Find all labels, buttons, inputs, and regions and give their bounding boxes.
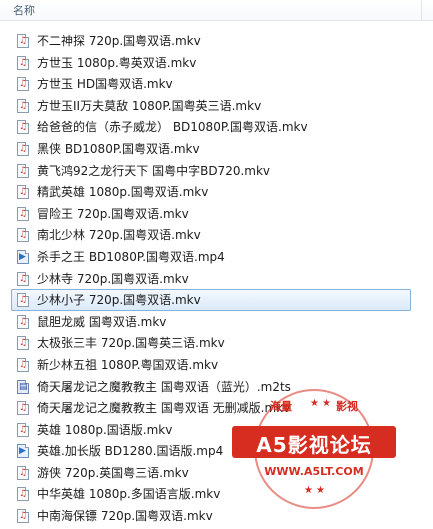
file-row[interactable]: ♫ 少林小子 720p.国粤双语.mkv	[11, 289, 411, 311]
video-file-icon: ♫	[17, 314, 29, 329]
file-row[interactable]: ♫ 精武英雄 1080p.国粤双语.mkv	[11, 181, 411, 203]
video-file-icon: ♫	[17, 98, 29, 113]
file-row[interactable]: ♫ 中南海保镖 720p.国粤双语.mkv	[11, 505, 411, 527]
video-file-icon: ♫	[17, 163, 29, 178]
file-row[interactable]: ♫ 新少林五祖 1080P.粤国双语.mkv	[11, 354, 411, 376]
file-name: 方世玉II万夫莫敌 1080P.国粤英三语.mkv	[37, 98, 262, 113]
video-file-icon: ♫	[17, 357, 29, 372]
watermark-banner: A5影视论坛	[232, 426, 396, 458]
bluray-file-icon: ▤	[17, 379, 29, 394]
watermark-title: A5影视论坛	[256, 433, 372, 457]
file-row[interactable]: ♫ 鼠胆龙威 国粤双语.mkv	[11, 311, 411, 333]
file-name: 英雄 1080p.国语版.mkv	[37, 422, 173, 437]
file-name: 黄飞鸿92之龙行天下 国粤中字BD720.mkv	[37, 163, 271, 178]
name-column-header[interactable]: 名称	[13, 2, 35, 18]
video-file-icon: ♫	[17, 487, 29, 502]
video-file-icon: ♫	[17, 465, 29, 480]
file-name: 英雄.加长版 BD1280.国语版.mp4	[37, 444, 224, 459]
file-row[interactable]: ♫ 南北少林 720p.国粤双语.mkv	[11, 224, 411, 246]
file-row[interactable]: ♫ 方世玉 HD国粤双语.mkv	[11, 73, 411, 95]
file-name: 给爸爸的信（赤子威龙） BD1080P.国粤双语.mkv	[37, 120, 308, 135]
video-file-icon: ♫	[17, 206, 29, 221]
file-row[interactable]: ♫ 方世玉II万夫莫敌 1080P.国粤英三语.mkv	[11, 95, 411, 117]
mp4-file-icon: ▶	[17, 444, 29, 459]
forum-watermark: 海量 ★ ★ 影视 A5影视论坛 WWW.A5LT.COM ★ ★	[226, 389, 402, 509]
file-name: 中华英雄 1080p.多国语言版.mkv	[37, 487, 221, 502]
mp4-file-icon: ▶	[17, 249, 29, 264]
file-name: 杀手之王 BD1080P.国粤双语.mp4	[37, 249, 225, 264]
file-name: 方世玉 1080p.粤英双语.mkv	[37, 55, 197, 70]
file-name: 鼠胆龙威 国粤双语.mkv	[37, 314, 167, 329]
star-icon: ★	[316, 485, 325, 496]
file-row[interactable]: ▶ 杀手之王 BD1080P.国粤双语.mp4	[11, 246, 411, 268]
video-file-icon: ♫	[17, 141, 29, 156]
file-row[interactable]: ♫ 黄飞鸿92之龙行天下 国粤中字BD720.mkv	[11, 160, 411, 182]
file-row[interactable]: ♫ 不二神探 720p.国粤双语.mkv	[11, 30, 411, 52]
column-header: 名称	[0, 0, 433, 21]
file-row[interactable]: ♫ 给爸爸的信（赤子威龙） BD1080P.国粤双语.mkv	[11, 116, 411, 138]
video-file-icon: ♫	[17, 77, 29, 92]
file-row[interactable]: ▤ 倚天屠龙记之魔教教主 国粤双语（蓝光）.m2ts	[11, 376, 411, 398]
file-row[interactable]: ♫ 少林寺 720p.国粤双语.mkv	[11, 268, 411, 290]
file-name: 倚天屠龙记之魔教教主 国粤双语（蓝光）.m2ts	[37, 379, 291, 394]
file-row[interactable]: ♫ 太极张三丰 720p.国粤英三语.mkv	[11, 332, 411, 354]
file-name: 南北少林 720p.国粤双语.mkv	[37, 228, 201, 243]
file-name: 黑侠 BD1080P.国粤双语.mkv	[37, 141, 200, 156]
file-name: 冒险王 720p.国粤双语.mkv	[37, 206, 189, 221]
file-name: 少林寺 720p.国粤双语.mkv	[37, 271, 189, 286]
file-name: 中南海保镖 720p.国粤双语.mkv	[37, 509, 213, 524]
column-separator[interactable]	[421, 0, 422, 20]
file-name: 少林小子 720p.国粤双语.mkv	[37, 293, 201, 308]
video-file-icon: ♫	[17, 34, 29, 48]
video-file-icon: ♫	[17, 293, 29, 308]
video-file-icon: ♫	[17, 336, 29, 351]
file-name: 不二神探 720p.国粤双语.mkv	[37, 34, 201, 48]
star-icon: ★	[304, 485, 313, 496]
file-row[interactable]: ♫ 冒险王 720p.国粤双语.mkv	[11, 203, 411, 225]
watermark-top-left: 海量	[270, 400, 292, 413]
file-row[interactable]: ♫ 方世玉 1080p.粤英双语.mkv	[11, 52, 411, 74]
file-name: 游侠 720p.英国粤三语.mkv	[37, 465, 189, 480]
file-name: 太极张三丰 720p.国粤英三语.mkv	[37, 336, 225, 351]
watermark-url: WWW.A5LT.COM	[264, 465, 364, 478]
star-icon: ★	[310, 398, 319, 409]
star-icon: ★	[322, 398, 331, 409]
file-name: 新少林五祖 1080P.粤国双语.mkv	[37, 357, 219, 372]
video-file-icon: ♫	[17, 228, 29, 243]
video-file-icon: ♫	[17, 509, 29, 524]
video-file-icon: ♫	[17, 401, 29, 416]
video-file-icon: ♫	[17, 55, 29, 70]
video-file-icon: ♫	[17, 120, 29, 135]
video-file-icon: ♫	[17, 271, 29, 286]
file-name: 精武英雄 1080p.国粤双语.mkv	[37, 185, 209, 200]
watermark-top-right: 影视	[336, 400, 358, 413]
video-file-icon: ♫	[17, 185, 29, 200]
video-file-icon: ♫	[17, 422, 29, 437]
file-row[interactable]: ♫ 黑侠 BD1080P.国粤双语.mkv	[11, 138, 411, 160]
file-name: 方世玉 HD国粤双语.mkv	[37, 77, 173, 92]
